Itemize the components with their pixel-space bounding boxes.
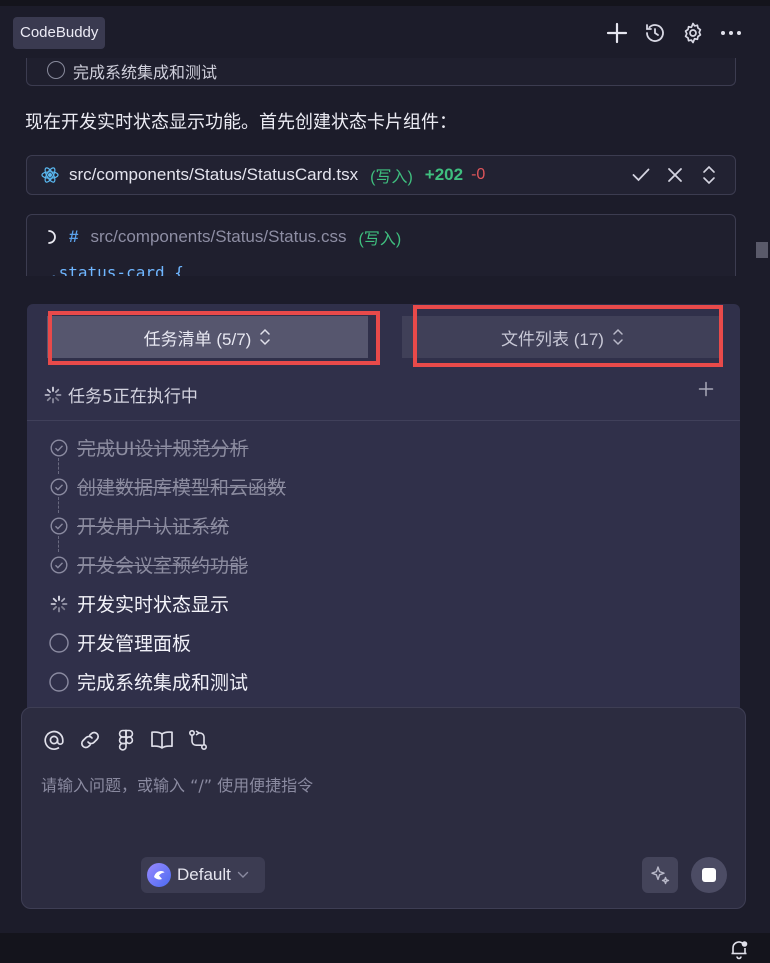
figma-icon[interactable]	[113, 727, 138, 752]
accept-check-icon[interactable]	[631, 164, 651, 186]
code-preview: .status-card {	[49, 263, 184, 276]
scrollbar-thumb[interactable]	[756, 242, 768, 258]
list-item: 开发管理面板	[49, 623, 286, 662]
check-circle-icon	[49, 477, 69, 497]
chat-history[interactable]: 完成系统集成和测试 现在开发实时状态显示功能。首先创建状态卡片组件： src/c…	[0, 58, 770, 276]
app-title: CodeBuddy	[13, 17, 106, 49]
task-panel: 任务清单 (5/7) 文件列表 (17) 任务5正在执行中 完成UI设计规范分析	[27, 304, 740, 724]
css-hash-icon: #	[69, 227, 79, 246]
stop-square-icon	[702, 868, 716, 882]
list-item: 开发实时状态显示	[49, 584, 286, 623]
chat-input-placeholder[interactable]: 请输入问题，或输入 “/” 使用便捷指令	[41, 772, 313, 796]
assistant-message: 现在开发实时状态显示功能。首先创建状态卡片组件：	[25, 112, 457, 133]
file-path[interactable]: src/components/Status/Status.css	[90, 227, 346, 247]
task-status-text: 任务5正在执行中	[68, 387, 198, 407]
write-label: (写入)	[358, 231, 402, 248]
loading-spinner-icon	[49, 594, 69, 614]
book-icon[interactable]	[149, 727, 174, 752]
list-item: 完成系统集成和测试	[49, 662, 286, 701]
highlight-box-task-tab	[48, 311, 380, 365]
previous-task-text: 完成系统集成和测试	[73, 63, 218, 82]
write-label: (写入)	[370, 169, 413, 186]
file-path[interactable]: src/components/Status/StatusCard.tsx	[69, 165, 358, 185]
task-label: 创建数据库模型和云函数	[77, 477, 287, 499]
reject-close-icon[interactable]	[665, 164, 685, 186]
link-icon[interactable]	[77, 727, 102, 752]
notification-bell-icon[interactable]	[728, 938, 750, 960]
task-label: 开发用户认证系统	[77, 516, 230, 538]
model-selector[interactable]: Default	[141, 857, 265, 893]
pending-circle-icon	[49, 671, 69, 692]
add-task-plus-icon[interactable]	[698, 381, 718, 401]
top-bar: CodeBuddy	[0, 0, 770, 58]
lines-added: +202	[424, 165, 464, 184]
chat-input-box[interactable]: 请输入问题，或输入 “/” 使用便捷指令 Default	[21, 707, 746, 909]
highlight-box-file-tab	[413, 305, 723, 367]
git-icon[interactable]	[185, 727, 210, 752]
check-circle-icon	[49, 438, 69, 458]
loading-spinner-icon	[44, 386, 62, 403]
gear-icon[interactable]	[680, 20, 706, 46]
status-bar	[0, 933, 770, 963]
input-toolbar	[41, 727, 210, 752]
task-label: 开发管理面板	[77, 633, 192, 655]
task-label: 开发实时状态显示	[77, 594, 230, 616]
check-circle-icon	[49, 555, 69, 575]
model-name: Default	[177, 865, 231, 884]
previous-task-card: 完成系统集成和测试	[26, 58, 736, 86]
task-label: 完成UI设计规范分析	[77, 438, 249, 460]
loading-spinner-icon	[41, 229, 57, 245]
list-item: 开发用户认证系统	[49, 506, 286, 552]
model-logo-icon	[147, 863, 171, 887]
header-actions	[604, 20, 744, 46]
at-icon[interactable]	[41, 727, 66, 752]
enhance-prompt-button[interactable]	[642, 857, 678, 893]
history-icon[interactable]	[642, 20, 668, 46]
expand-chevrons-icon[interactable]	[699, 164, 719, 186]
react-icon	[41, 166, 59, 184]
window-strip	[0, 0, 770, 6]
sparkle-icon	[651, 866, 670, 885]
chevron-down-icon	[237, 871, 249, 878]
list-item: 开发会议室预约功能	[49, 545, 286, 584]
list-item: 创建数据库模型和云函数	[49, 467, 287, 513]
file-writing-card[interactable]: # src/components/Status/Status.css (写入) …	[26, 214, 736, 276]
pending-circle-icon	[47, 61, 65, 79]
panel-divider	[27, 420, 740, 421]
lines-removed: -0	[471, 166, 486, 183]
check-circle-icon	[49, 516, 69, 536]
task-list: 完成UI设计规范分析 创建数据库模型和云函数 开发用户认证系统 开发会议室预约功…	[49, 428, 286, 701]
stop-button[interactable]	[691, 857, 727, 893]
task-status-row: 任务5正在执行中	[44, 382, 198, 407]
more-icon[interactable]	[718, 20, 744, 46]
pending-circle-icon	[49, 632, 69, 653]
task-label: 开发会议室预约功能	[77, 555, 249, 577]
task-label: 完成系统集成和测试	[77, 672, 249, 694]
file-change-card[interactable]: src/components/Status/StatusCard.tsx (写入…	[26, 155, 736, 195]
list-item: 完成UI设计规范分析	[49, 428, 286, 474]
plus-icon[interactable]	[604, 20, 630, 46]
